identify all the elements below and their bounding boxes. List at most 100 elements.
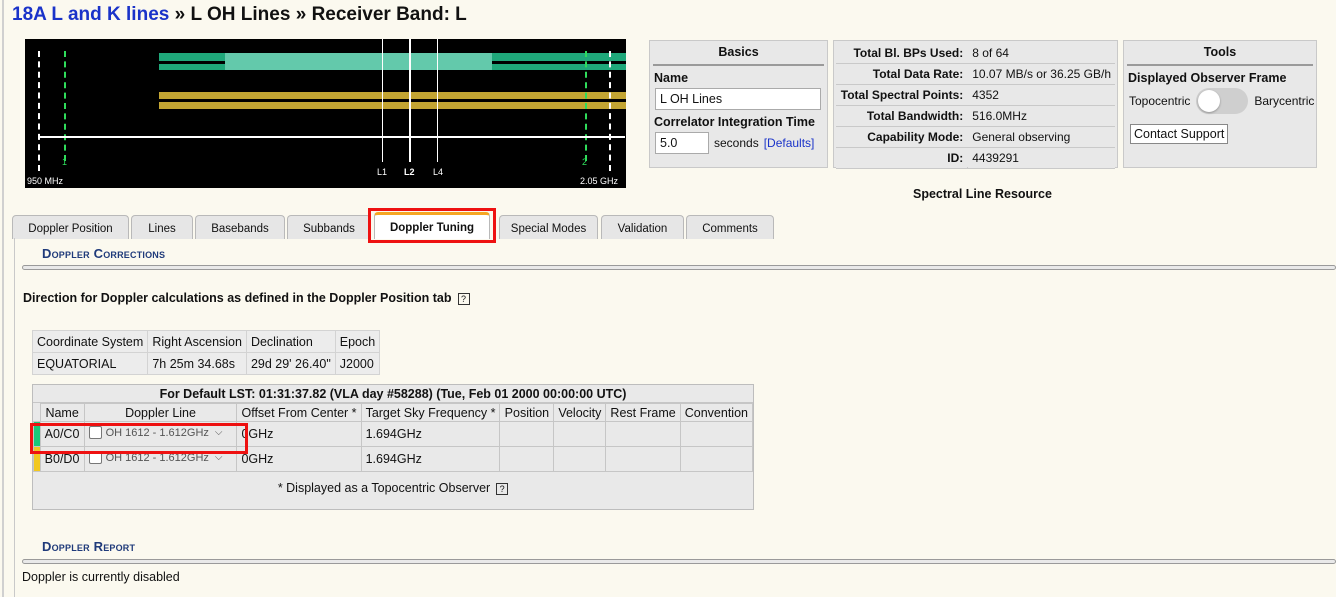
observer-frame-toggle-row: Topocentric Barycentric xyxy=(1129,88,1316,114)
stats-table: Total Bl. BPs Used: 8 of 64 Total Data Ra… xyxy=(835,42,1116,169)
row-convention xyxy=(679,421,754,447)
stats-key: Total Bl. BPs Used: xyxy=(836,43,968,63)
tools-divider xyxy=(1127,64,1313,66)
doppler-table-title: For Default LST: 01:31:37.82 (VLA day #5… xyxy=(33,385,753,403)
line-label-l1: L1 xyxy=(377,167,388,177)
defaults-link[interactable]: [Defaults] xyxy=(764,136,815,150)
subband-highlight xyxy=(225,53,492,70)
column-header: Rest Frame xyxy=(605,403,681,422)
observer-frame-switch[interactable] xyxy=(1196,88,1249,114)
doppler-report-text: Doppler is currently disabled xyxy=(22,570,180,584)
row-rest-frame xyxy=(605,446,681,472)
row-position xyxy=(499,446,555,472)
stats-key: Total Bandwidth: xyxy=(836,106,968,126)
basics-divider xyxy=(653,64,824,66)
direction-label: Direction for Doppler calculations as de… xyxy=(23,291,452,305)
stats-value: 10.07 MB/s or 36.25 GB/h xyxy=(968,64,1115,84)
column-header: Offset From Center * xyxy=(236,403,362,422)
marker-left-label: 1 xyxy=(62,157,68,167)
tab-subbands[interactable]: Subbands xyxy=(287,215,371,239)
row-target-frequency: 1.694GHz xyxy=(360,421,501,447)
spectral-line-l4 xyxy=(437,39,438,162)
stats-key: Capability Mode: xyxy=(836,127,968,147)
column-header: Target Sky Frequency * xyxy=(360,403,501,422)
contact-support-button[interactable]: Contact Support xyxy=(1130,124,1229,144)
marker-left xyxy=(64,51,66,161)
coord-value: J2000 xyxy=(335,353,380,374)
topocentric-label: Topocentric xyxy=(1129,94,1191,108)
row-highlight xyxy=(30,423,248,454)
line-label-l2: L2 xyxy=(404,167,415,177)
row-convention xyxy=(679,446,754,472)
stats-row: ID: 4439291 xyxy=(836,148,1115,168)
coordinate-header-row: Coordinate System Right Ascension Declin… xyxy=(33,331,380,352)
column-header: Name xyxy=(39,403,85,422)
observer-frame-label: Displayed Observer Frame xyxy=(1128,71,1287,85)
row-target-frequency: 1.694GHz xyxy=(360,446,501,472)
spectral-line-l1 xyxy=(382,39,383,162)
frequency-axis xyxy=(39,136,625,138)
coord-value: 29d 29' 26.40" xyxy=(246,353,335,374)
footnote: * Displayed as a Topocentric Observer? xyxy=(33,481,753,495)
coordinate-table: Coordinate System Right Ascension Declin… xyxy=(32,330,381,375)
row-rest-frame xyxy=(605,421,681,447)
tab-basebands[interactable]: Basebands xyxy=(195,215,285,239)
stats-value: 4352 xyxy=(968,85,1115,105)
integration-time-label: Correlator Integration Time xyxy=(654,115,815,129)
stats-row: Total Bandwidth: 516.0MHz xyxy=(836,106,1115,126)
stats-value: 8 of 64 xyxy=(968,43,1115,63)
breadcrumb-project-link[interactable]: 18A L and K lines xyxy=(12,4,169,25)
stats-row: Total Spectral Points: 4352 xyxy=(836,85,1115,105)
tab-lines[interactable]: Lines xyxy=(131,215,193,239)
stats-key: Total Data Rate: xyxy=(836,64,968,84)
coord-value: 7h 25m 34.68s xyxy=(148,353,246,374)
band-edge-right xyxy=(609,51,611,171)
row-velocity xyxy=(553,446,607,472)
baseband-b-bar-lower xyxy=(159,102,626,109)
breadcrumb-band: Receiver Band: L xyxy=(311,4,467,25)
tab-special-modes[interactable]: Special Modes xyxy=(499,215,598,239)
column-header: Convention xyxy=(679,403,754,422)
breadcrumb-separator: » xyxy=(174,4,186,25)
tab-doppler-position[interactable]: Doppler Position xyxy=(12,215,129,239)
tools-panel: Tools Displayed Observer Frame Topocentr… xyxy=(1123,40,1317,168)
doppler-report-divider xyxy=(22,559,1336,564)
help-icon[interactable]: ? xyxy=(457,292,470,305)
stats-key: Total Spectral Points: xyxy=(836,85,968,105)
name-input[interactable]: L OH Lines xyxy=(655,88,821,110)
integration-time-row: 5.0 seconds [Defaults] xyxy=(655,132,827,154)
spectral-line-l2 xyxy=(409,39,411,162)
name-label: Name xyxy=(654,71,689,85)
column-header: Doppler Line xyxy=(83,403,238,422)
basics-panel: Basics Name L OH Lines Correlator Integr… xyxy=(649,40,828,168)
coord-header: Declination xyxy=(246,331,335,352)
coordinate-value-row: EQUATORIAL 7h 25m 34.68s 29d 29' 26.40" … xyxy=(33,353,380,374)
direction-text: Direction for Doppler calculations as de… xyxy=(23,291,470,305)
stats-row: Total Data Rate: 10.07 MB/s or 36.25 GB/h xyxy=(836,64,1115,84)
doppler-corrections-divider xyxy=(22,265,1336,270)
band-edge-left xyxy=(38,51,40,171)
breadcrumb-separator: » xyxy=(295,4,307,25)
footnote-text: * Displayed as a Topocentric Observer xyxy=(277,481,491,495)
integration-unit: seconds xyxy=(714,136,759,150)
tools-title: Tools xyxy=(1203,45,1237,59)
stats-row: Total Bl. BPs Used: 8 of 64 xyxy=(836,43,1115,63)
integration-time-input[interactable]: 5.0 xyxy=(655,132,709,154)
right-frequency-label: 2.05 GHz xyxy=(580,176,619,186)
line-label-l4: L4 xyxy=(433,167,444,177)
baseband-b-bar xyxy=(159,92,626,99)
barycentric-label: Barycentric xyxy=(1254,94,1315,108)
stats-panel: Total Bl. BPs Used: 8 of 64 Total Data Ra… xyxy=(833,40,1118,168)
column-header: Velocity xyxy=(553,403,607,422)
tab-comments[interactable]: Comments xyxy=(686,215,774,239)
spectrum-display[interactable]: 1 2 L1 L2 L4 950 MHz 2.05 GHz xyxy=(25,39,626,188)
color-header xyxy=(34,404,41,422)
basics-title: Basics xyxy=(718,45,759,59)
left-frequency-label: 950 MHz xyxy=(27,176,64,186)
help-icon[interactable]: ? xyxy=(496,482,509,495)
marker-right xyxy=(585,51,587,161)
column-header: Position xyxy=(499,403,555,422)
marker-right-label: 2 xyxy=(582,157,588,167)
tab-validation[interactable]: Validation xyxy=(601,215,684,239)
spectral-line-resource-title: Spectral Line Resource xyxy=(913,187,1052,201)
